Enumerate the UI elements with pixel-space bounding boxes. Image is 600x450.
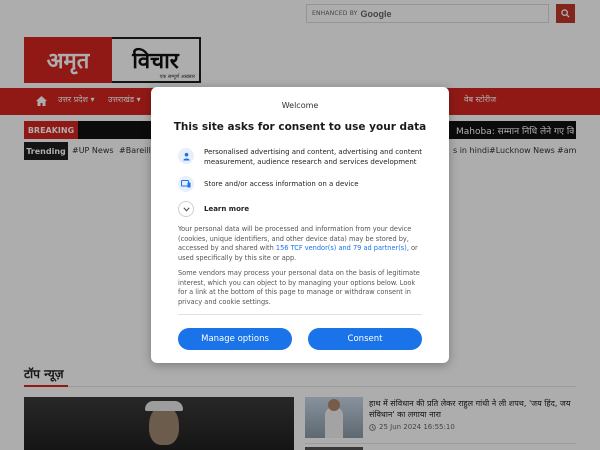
consent-paragraph-2: Some vendors may process your personal d… xyxy=(178,269,420,306)
consent-title: This site asks for consent to use your d… xyxy=(173,121,427,133)
consent-site-name: Welcome xyxy=(281,101,319,110)
consent-divider xyxy=(178,314,422,315)
consent-paragraph-1: Your personal data will be processed and… xyxy=(178,225,422,263)
consent-button[interactable]: Consent xyxy=(308,328,422,350)
person-icon xyxy=(178,148,194,164)
consent-purpose-text: Personalised advertising and content, ad… xyxy=(204,148,423,166)
vendors-link[interactable]: 156 TCF vendor(s) and 79 ad partner(s) xyxy=(276,244,407,252)
device-icon xyxy=(178,176,194,192)
consent-purpose-text: Store and/or access information on a dev… xyxy=(204,180,359,188)
consent-dialog: Welcome This site asks for consent to us… xyxy=(151,87,449,363)
consent-purpose-personalised: Personalised advertising and content, ad… xyxy=(178,148,429,167)
learn-more-label: Learn more xyxy=(204,205,250,213)
chevron-down-icon xyxy=(178,201,194,217)
consent-purpose-device: Store and/or access information on a dev… xyxy=(178,176,429,192)
learn-more-toggle[interactable]: Learn more xyxy=(178,201,429,217)
manage-options-button[interactable]: Manage options xyxy=(178,328,292,350)
